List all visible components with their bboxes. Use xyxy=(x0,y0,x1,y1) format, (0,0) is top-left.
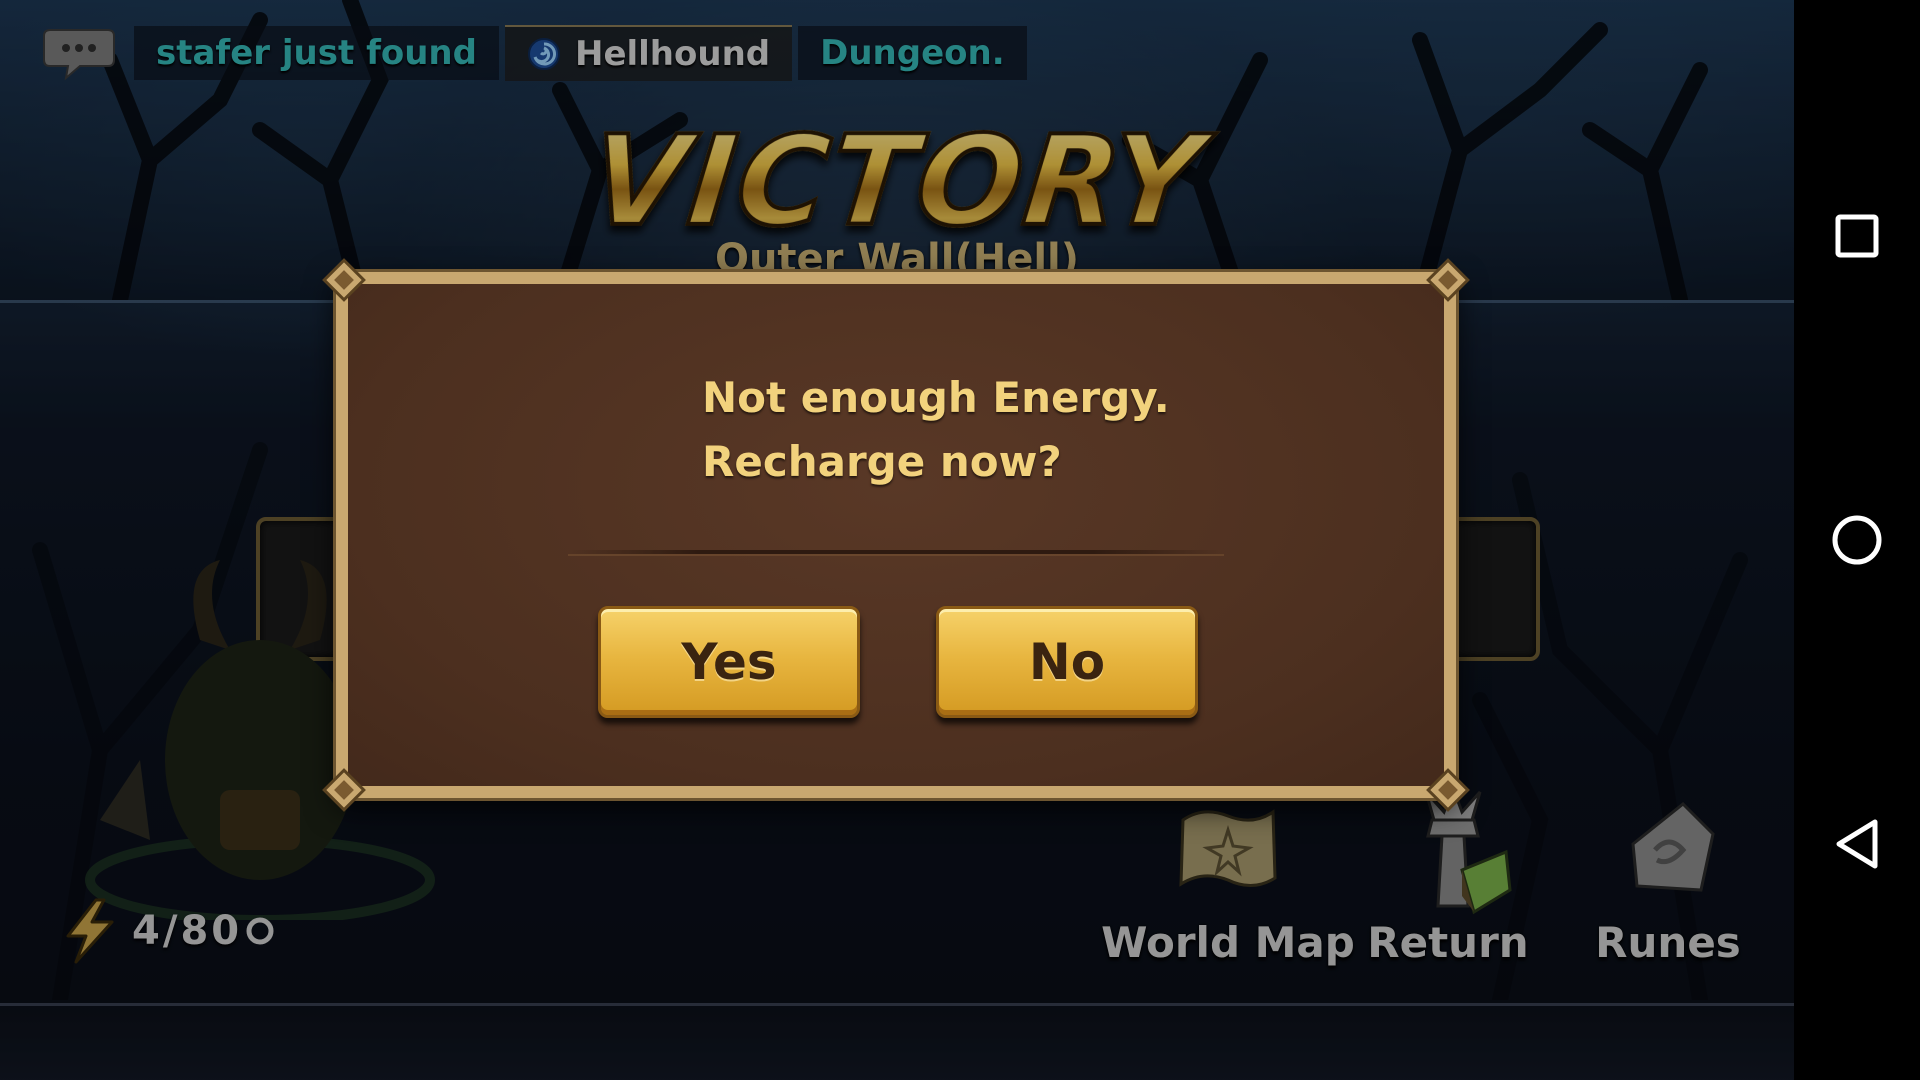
home-button[interactable] xyxy=(1827,510,1887,570)
corner-ornament-icon xyxy=(322,258,366,302)
home-icon xyxy=(1832,515,1882,565)
recents-icon xyxy=(1835,214,1879,258)
screen: stafer just found Hellhound Dungeon. Out… xyxy=(0,0,1920,1080)
android-navigation-bar xyxy=(1794,0,1920,1080)
yes-button[interactable]: Yes xyxy=(598,606,860,718)
recents-button[interactable] xyxy=(1827,206,1887,266)
game-view: stafer just found Hellhound Dungeon. Out… xyxy=(0,0,1794,1080)
energy-dialog: Not enough Energy. Recharge now? Yes No xyxy=(322,258,1470,812)
no-button[interactable]: No xyxy=(936,606,1198,718)
back-icon xyxy=(1836,819,1878,869)
dialog-message-line-1: Not enough Energy. xyxy=(702,373,1170,422)
back-button[interactable] xyxy=(1827,814,1887,874)
corner-ornament-icon xyxy=(1426,768,1470,812)
dialog-message: Not enough Energy. Recharge now? xyxy=(702,366,1170,494)
corner-ornament-icon xyxy=(1426,258,1470,302)
dialog-message-line-2: Recharge now? xyxy=(702,437,1062,486)
dialog-panel xyxy=(348,284,1444,786)
yes-button-label: Yes xyxy=(681,633,777,691)
corner-ornament-icon xyxy=(322,768,366,812)
dialog-divider xyxy=(568,550,1224,554)
no-button-label: No xyxy=(1028,633,1106,691)
